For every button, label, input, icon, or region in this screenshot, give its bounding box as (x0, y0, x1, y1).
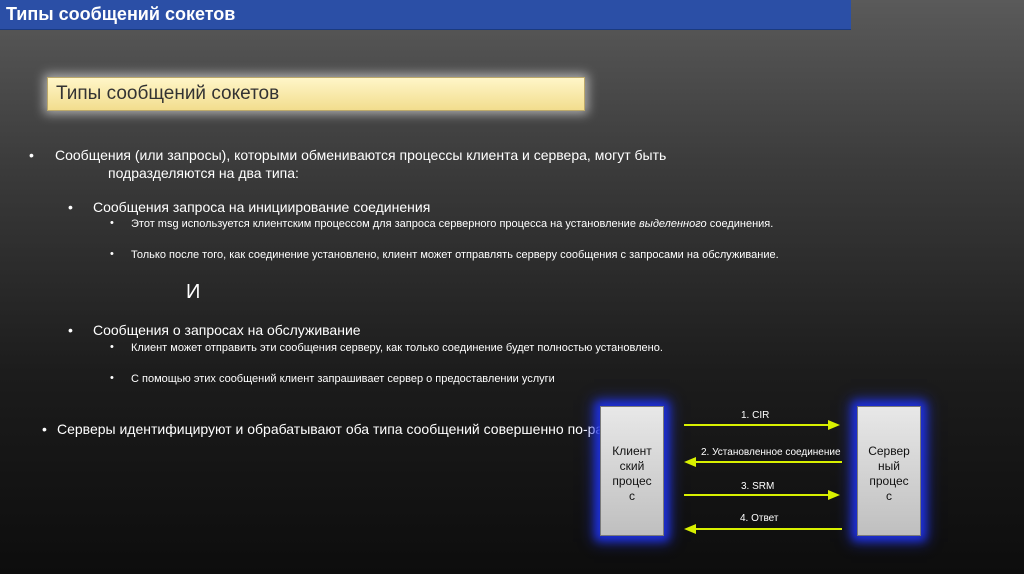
arrow-1-right (684, 420, 840, 430)
arrow-2-left (684, 457, 842, 467)
arrow-4-label: 4. Ответ (740, 513, 779, 524)
arrow-4-left (684, 524, 842, 534)
arrow-3-label: 3. SRM (741, 481, 775, 492)
arrow-1-label: 1. CIR (741, 410, 770, 421)
arrows-layer (684, 420, 842, 534)
arrow-2-label: 2. Установленное соединение (701, 447, 841, 458)
